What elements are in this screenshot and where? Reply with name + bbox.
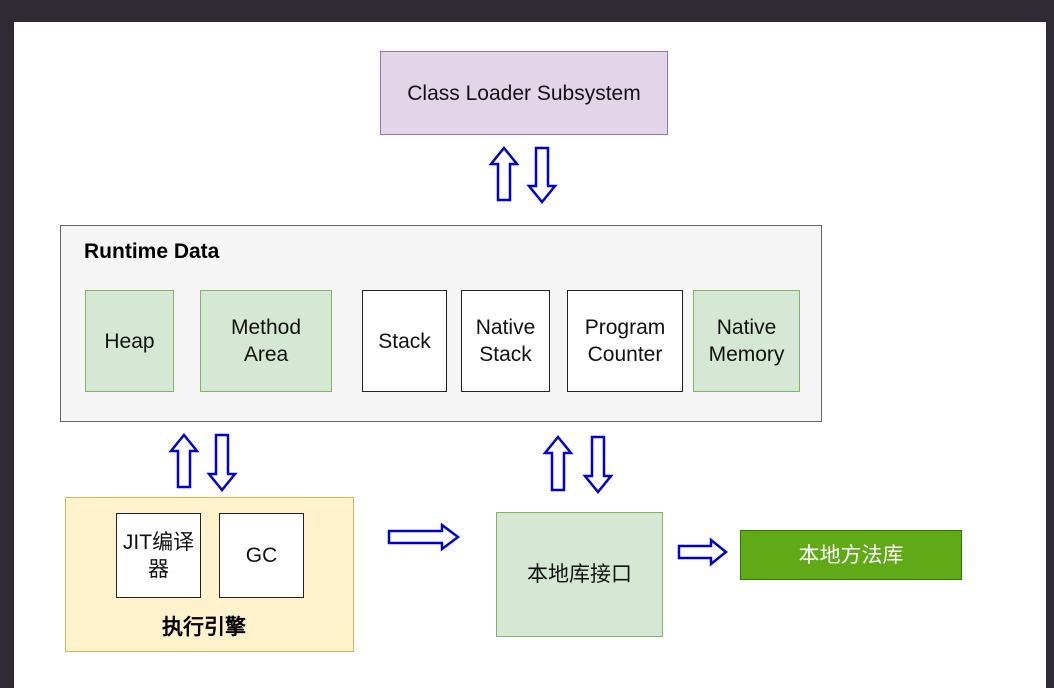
heap-box: Heap xyxy=(85,290,174,392)
jit-compiler-label: JIT编译器 xyxy=(122,530,195,581)
method-area-box: Method Area xyxy=(200,290,332,392)
class-loader-label: Class Loader Subsystem xyxy=(407,81,641,105)
jit-compiler-box: JIT编译器 xyxy=(116,513,201,598)
gc-label: GC xyxy=(245,544,278,567)
native-stack-box: Native Stack xyxy=(461,290,550,392)
heap-label: Heap xyxy=(104,329,155,353)
stack-label: Stack xyxy=(378,329,431,353)
native-library-box: 本地方法库 xyxy=(740,530,962,580)
runtime-data-title: Runtime Data xyxy=(84,240,220,263)
program-counter-box: Program Counter xyxy=(567,290,683,392)
gc-box: GC xyxy=(219,513,304,598)
method-area-label: Method Area xyxy=(230,316,302,366)
native-memory-label: Native Memory xyxy=(708,316,785,366)
native-interface-label: 本地库接口 xyxy=(527,563,632,586)
execution-engine-title: 执行引擎 xyxy=(162,616,246,639)
native-stack-label: Native Stack xyxy=(475,316,536,366)
native-memory-box: Native Memory xyxy=(693,290,800,392)
class-loader-subsystem: Class Loader Subsystem xyxy=(380,51,668,135)
native-library-label: 本地方法库 xyxy=(798,543,904,567)
stack-box: Stack xyxy=(362,290,447,392)
program-counter-label: Program Counter xyxy=(584,316,666,366)
native-interface-box: 本地库接口 xyxy=(496,512,663,637)
